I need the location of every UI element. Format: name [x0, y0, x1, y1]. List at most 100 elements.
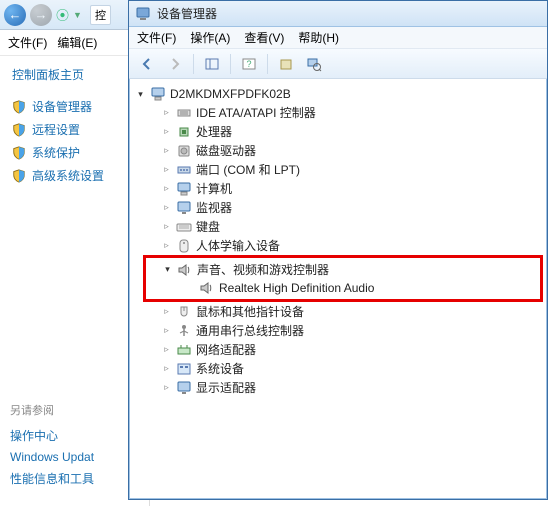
disk-icon: [176, 143, 192, 159]
tree-category[interactable]: 键盘: [133, 217, 543, 236]
sidebar-item-advanced[interactable]: 高级系统设置: [6, 164, 143, 187]
expand-icon[interactable]: [161, 344, 172, 355]
tree-item-label: 计算机: [196, 180, 232, 197]
expand-icon[interactable]: [161, 363, 172, 374]
tb-help-button[interactable]: ?: [237, 52, 261, 76]
tree-category[interactable]: 显示适配器: [133, 378, 543, 397]
sidebar-item-remote[interactable]: 远程设置: [6, 118, 143, 141]
keyboard-icon: [176, 219, 192, 235]
pc-icon: [176, 181, 192, 197]
tree-category[interactable]: 端口 (COM 和 LPT): [133, 160, 543, 179]
device-manager-window: 设备管理器 文件(F) 操作(A) 查看(V) 帮助(H) ? D2MKDMXF…: [128, 0, 548, 500]
tree-category[interactable]: 通用串行总线控制器: [133, 321, 543, 340]
tree-category-sound[interactable]: 声音、视频和游戏控制器: [148, 260, 538, 279]
sidebar-item-protection[interactable]: 系统保护: [6, 141, 143, 164]
expand-icon[interactable]: [161, 126, 172, 137]
device-tree[interactable]: D2MKDMXFPDFK02B IDE ATA/ATAPI 控制器处理器磁盘驱动…: [129, 79, 547, 499]
dm-menu-file[interactable]: 文件(F): [137, 29, 176, 46]
tree-item-label: 声音、视频和游戏控制器: [197, 261, 329, 278]
tree-item-label: 端口 (COM 和 LPT): [196, 161, 300, 178]
tb-showhide-button[interactable]: [200, 52, 224, 76]
dm-menu-action[interactable]: 操作(A): [190, 29, 230, 46]
sidebar-item-label: 远程设置: [32, 121, 80, 138]
sidebar-footer-label: 另请参阅: [10, 402, 94, 418]
footer-link-performance[interactable]: 性能信息和工具: [10, 467, 94, 490]
svg-text:?: ?: [246, 59, 251, 69]
sidebar-item-label: 系统保护: [32, 144, 80, 161]
dm-titlebar: 设备管理器: [129, 1, 547, 27]
expand-icon[interactable]: [161, 382, 172, 393]
tree-item-label: Realtek High Definition Audio: [219, 281, 374, 295]
tree-item-label: 人体学输入设备: [196, 237, 280, 254]
tree-item-realtek-audio[interactable]: Realtek High Definition Audio: [148, 279, 538, 297]
nav-fwd-button[interactable]: →: [30, 4, 52, 26]
footer-link-action-center[interactable]: 操作中心: [10, 424, 94, 447]
tree-category[interactable]: 系统设备: [133, 359, 543, 378]
tree-item-label: 系统设备: [196, 360, 244, 377]
computer-icon: [150, 86, 166, 102]
shield-icon: [12, 100, 26, 114]
nav-dropdown-icon[interactable]: ▼: [73, 10, 82, 20]
expand-icon[interactable]: [161, 183, 172, 194]
usb-icon: [176, 323, 192, 339]
expand-icon[interactable]: [161, 202, 172, 213]
expand-icon[interactable]: [161, 306, 172, 317]
sidebar-item-label: 设备管理器: [32, 98, 92, 115]
tree-item-label: 键盘: [196, 218, 220, 235]
control-panel-titlebar: ← → ⦿ ▼ 控: [0, 0, 149, 30]
tb-scan-button[interactable]: [302, 52, 326, 76]
tree-item-label: IDE ATA/ATAPI 控制器: [196, 104, 316, 121]
menu-edit[interactable]: 编辑(E): [57, 34, 97, 51]
nav-back-button[interactable]: ←: [4, 4, 26, 26]
address-fragment[interactable]: 控: [90, 5, 111, 25]
shield-icon: [12, 123, 26, 137]
tree-category[interactable]: 人体学输入设备: [133, 236, 543, 255]
signal-icon: ⦿: [56, 5, 69, 24]
expand-icon: [184, 283, 195, 294]
tree-item-label: 磁盘驱动器: [196, 142, 256, 159]
cpu-icon: [176, 124, 192, 140]
tb-back-button[interactable]: [135, 52, 159, 76]
tree-root-label: D2MKDMXFPDFK02B: [170, 87, 291, 101]
tree-item-label: 处理器: [196, 123, 232, 140]
tree-item-label: 监视器: [196, 199, 232, 216]
tree-category[interactable]: 监视器: [133, 198, 543, 217]
tree-root[interactable]: D2MKDMXFPDFK02B: [133, 85, 543, 103]
tb-fwd-button[interactable]: [163, 52, 187, 76]
control-panel-menubar: 文件(F) 编辑(E): [0, 30, 149, 56]
expand-icon[interactable]: [161, 145, 172, 156]
tree-item-label: 通用串行总线控制器: [196, 322, 304, 339]
shield-icon: [12, 146, 26, 160]
sidebar-item-label: 高级系统设置: [32, 167, 104, 184]
ide-icon: [176, 105, 192, 121]
expand-icon[interactable]: [161, 240, 172, 251]
tree-category[interactable]: 网络适配器: [133, 340, 543, 359]
tree-category[interactable]: 鼠标和其他指针设备: [133, 302, 543, 321]
expand-icon[interactable]: [161, 107, 172, 118]
tree-category[interactable]: 磁盘驱动器: [133, 141, 543, 160]
tree-category[interactable]: 计算机: [133, 179, 543, 198]
expand-icon[interactable]: [161, 325, 172, 336]
sidebar-header[interactable]: 控制面板主页: [6, 66, 143, 83]
dm-app-icon: [135, 6, 151, 22]
expand-icon[interactable]: [135, 89, 146, 100]
display-icon: [176, 380, 192, 396]
sys-icon: [176, 361, 192, 377]
tree-category[interactable]: 处理器: [133, 122, 543, 141]
toolbar-separator: [193, 54, 194, 74]
speaker-icon: [177, 262, 193, 278]
sidebar-item-device-manager[interactable]: 设备管理器: [6, 95, 143, 118]
expand-icon[interactable]: [162, 264, 173, 275]
net-icon: [176, 342, 192, 358]
footer-link-windows-update[interactable]: Windows Updat: [10, 447, 94, 467]
speaker-icon: [199, 280, 215, 296]
tree-category[interactable]: IDE ATA/ATAPI 控制器: [133, 103, 543, 122]
tb-properties-button[interactable]: [274, 52, 298, 76]
dm-menu-view[interactable]: 查看(V): [244, 29, 284, 46]
dm-menu-help[interactable]: 帮助(H): [298, 29, 339, 46]
expand-icon[interactable]: [161, 164, 172, 175]
menu-file[interactable]: 文件(F): [8, 34, 47, 51]
mouse-icon: [176, 304, 192, 320]
expand-icon[interactable]: [161, 221, 172, 232]
dm-toolbar: ?: [129, 49, 547, 79]
